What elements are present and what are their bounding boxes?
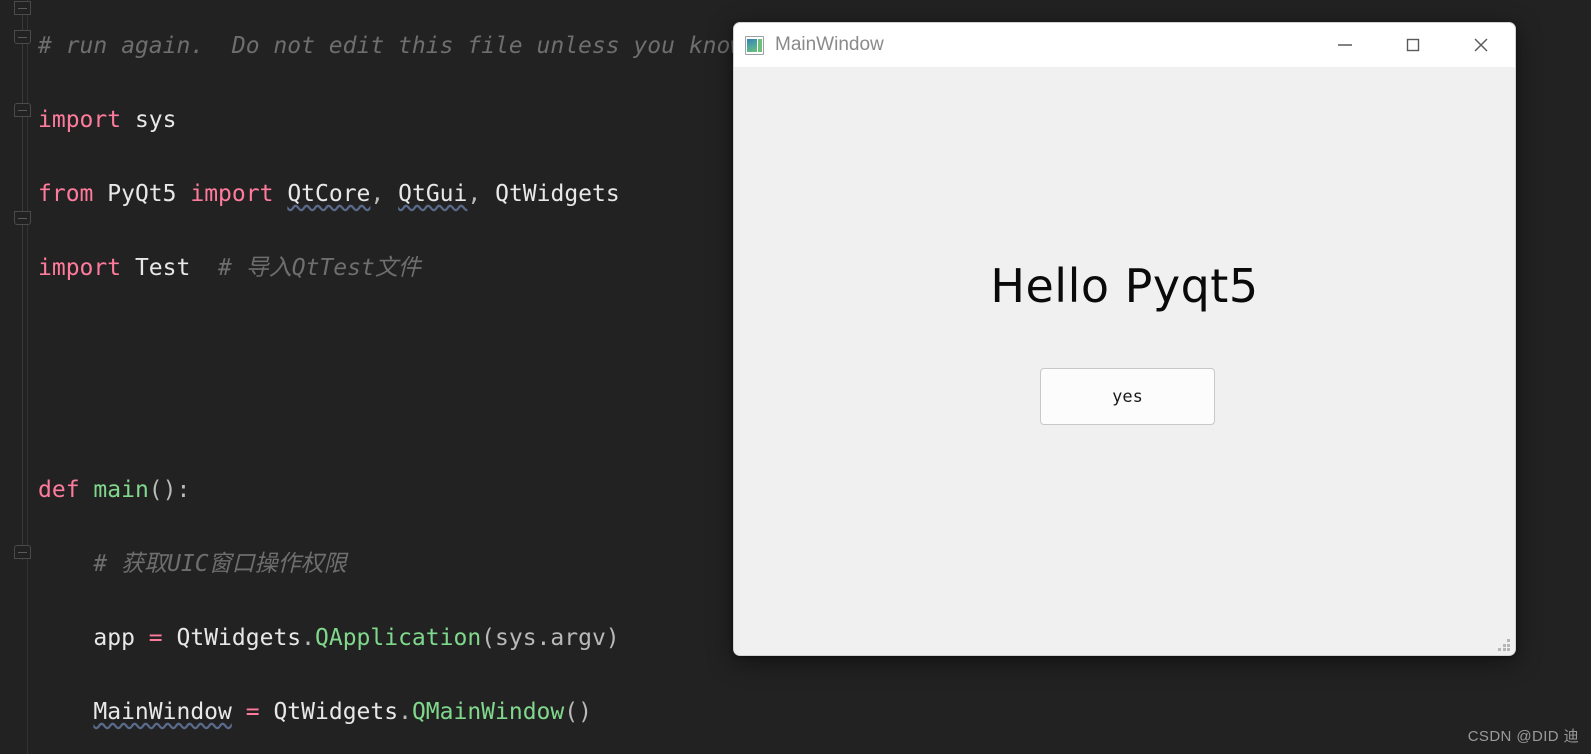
window-content-area: Hello Pyqt5 yes [734,67,1515,655]
maximize-button[interactable] [1379,23,1447,67]
app-icon-bar [747,36,762,39]
module-qtwidgets: QtWidgets [495,181,620,207]
module-sys: sys [134,107,177,133]
close-button[interactable] [1447,23,1515,67]
fold-marker-3[interactable] [14,103,31,117]
op-assign-mainwindow: = [245,699,260,725]
dot-1: . [301,625,315,651]
args-qmainwindow: () [564,699,592,725]
fold-spine [22,10,23,560]
comma-2: , [467,181,482,207]
yes-button[interactable]: yes [1040,368,1215,425]
fold-marker-1[interactable] [14,1,31,15]
var-app: app [93,625,135,651]
app-window-icon [745,35,764,55]
code-comment-import-test: # 导入QtTest文件 [218,255,421,281]
close-icon [1474,38,1488,52]
var-mainwindow: MainWindow [93,699,232,725]
dot-2: . [398,699,412,725]
code-comment-uic: # 获取UIC窗口操作权限 [93,551,347,577]
module-test: Test [134,255,191,281]
op-assign-app: = [148,625,163,651]
editor-gutter[interactable] [0,0,31,754]
minimize-button[interactable] [1311,23,1379,67]
maximize-icon [1406,38,1420,52]
resize-grip[interactable] [1498,639,1511,652]
module-qtgui: QtGui [398,181,468,207]
qt-main-window[interactable]: MainWindow Hello Pyqt5 yes [733,22,1516,656]
obj-qtwidgets-2: QtWidgets [273,699,399,725]
kw-def: def [38,477,80,503]
watermark: CSDN @DID 迪 [1467,728,1579,745]
pkg-pyqt5: PyQt5 [107,181,177,207]
hello-label: Hello Pyqt5 [990,259,1259,313]
fold-marker-2[interactable] [14,30,31,44]
def-main-tail: (): [148,477,191,503]
call-qapplication: QApplication [315,625,482,651]
kw-import: import [190,181,274,207]
minimize-icon [1338,44,1352,46]
window-title-bar[interactable]: MainWindow [734,23,1515,67]
fn-main-def: main [93,477,149,503]
args-qapplication: (sys.argv) [481,625,620,651]
app-icon-image [747,38,757,52]
kw-import-test: import [38,255,122,281]
obj-qtwidgets-1: QtWidgets [176,625,302,651]
app-icon-accent [758,38,762,52]
call-qmainwindow: QMainWindow [411,699,565,725]
module-qtcore: QtCore [287,181,371,207]
fold-marker-4[interactable] [14,211,31,225]
window-title: MainWindow [775,34,884,55]
kw-from: from [38,181,94,207]
comma-1: , [370,181,385,207]
code-line-10: MainWindow = QtWidgets.QMainWindow() [38,694,1021,731]
fold-marker-5[interactable] [14,545,31,559]
kw-import-sys: import [38,107,122,133]
